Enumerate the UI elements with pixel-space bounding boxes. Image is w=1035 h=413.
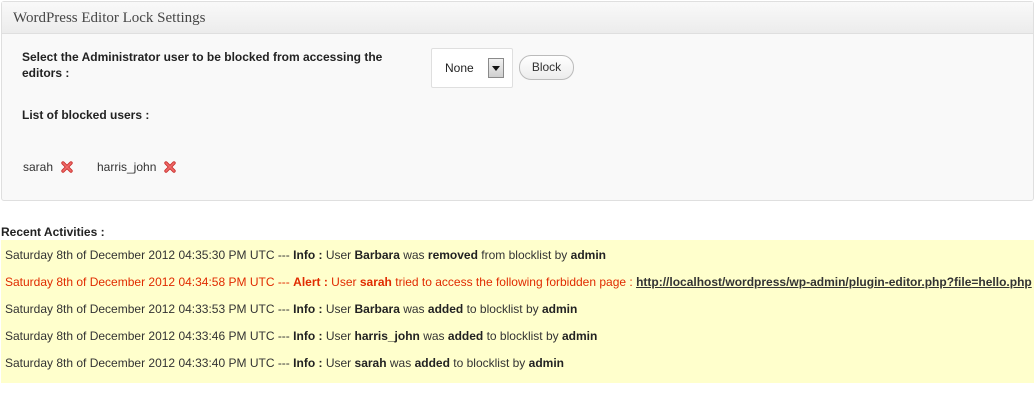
forbidden-page-link[interactable]: http://localhost/wordpress/wp-admin/plug… <box>636 275 1032 289</box>
activity-by: admin <box>528 356 564 370</box>
recent-activities-title: Recent Activities : <box>1 225 105 239</box>
blocked-users-label: List of blocked users : <box>22 108 150 122</box>
select-current-value: None <box>445 61 474 75</box>
activity-level: Info : <box>293 248 323 262</box>
activity-user: Barbara <box>354 248 400 262</box>
activity-timestamp: Saturday 8th of December 2012 04:33:40 P… <box>5 356 290 370</box>
activity-action: removed <box>427 248 478 262</box>
activity-row: Saturday 8th of December 2012 04:33:46 P… <box>1 323 1034 350</box>
activity-timestamp: Saturday 8th of December 2012 04:33:53 P… <box>5 302 290 316</box>
activity-log: Saturday 8th of December 2012 04:35:30 P… <box>1 240 1034 383</box>
panel-title: WordPress Editor Lock Settings <box>2 2 1033 34</box>
remove-user-icon[interactable] <box>163 160 177 174</box>
remove-user-icon[interactable] <box>60 160 74 174</box>
activity-text: was <box>423 329 445 343</box>
activity-action: added <box>427 302 464 316</box>
blocked-user-name: sarah <box>23 160 54 174</box>
block-button[interactable]: Block <box>519 55 574 80</box>
settings-panel: WordPress Editor Lock Settings Select th… <box>1 1 1034 201</box>
activity-text: User <box>331 275 357 289</box>
activity-user: sarah <box>359 275 392 289</box>
activity-text: to blocklist by <box>466 302 539 316</box>
select-user-label: Select the Administrator user to be bloc… <box>22 50 383 80</box>
activity-timestamp: Saturday 8th of December 2012 04:34:58 P… <box>5 275 290 289</box>
activity-user: sarah <box>354 356 387 370</box>
activity-user: harris_john <box>354 329 420 343</box>
activity-user: Barbara <box>354 302 400 316</box>
blocked-user-item: harris_john <box>97 158 177 176</box>
activity-timestamp: Saturday 8th of December 2012 04:33:46 P… <box>5 329 290 343</box>
activity-level: Info : <box>293 302 323 316</box>
activity-row-alert: Saturday 8th of December 2012 04:34:58 P… <box>1 269 1034 296</box>
blocked-user-name: harris_john <box>97 160 157 174</box>
activity-text: from blocklist by <box>481 248 568 262</box>
activity-text: User <box>325 329 352 343</box>
activity-text: to blocklist by <box>486 329 559 343</box>
activity-action: added <box>447 329 484 343</box>
activity-text: User <box>325 356 352 370</box>
activity-text: User <box>325 248 352 262</box>
activity-text: tried to access the following forbidden … <box>395 275 633 289</box>
activity-row: Saturday 8th of December 2012 04:35:30 P… <box>1 242 1034 269</box>
activity-text: to blocklist by <box>453 356 526 370</box>
activity-timestamp: Saturday 8th of December 2012 04:35:30 P… <box>5 248 290 262</box>
activity-text: was <box>403 248 425 262</box>
activity-action: added <box>414 356 450 370</box>
activity-text: was <box>403 302 425 316</box>
activity-by: admin <box>570 248 606 262</box>
activity-level: Alert : <box>293 275 328 289</box>
blocked-user-item: sarah <box>23 158 74 176</box>
admin-user-select[interactable]: None <box>431 48 513 88</box>
activity-level: Info : <box>293 356 323 370</box>
activity-row: Saturday 8th of December 2012 04:33:53 P… <box>1 296 1034 323</box>
activity-row: Saturday 8th of December 2012 04:33:40 P… <box>1 350 1034 377</box>
activity-text: User <box>325 302 352 316</box>
activity-by: admin <box>561 329 598 343</box>
dropdown-arrow-icon[interactable] <box>488 58 504 78</box>
activity-text: was <box>389 356 412 370</box>
activity-level: Info : <box>293 329 323 343</box>
activity-by: admin <box>541 302 578 316</box>
